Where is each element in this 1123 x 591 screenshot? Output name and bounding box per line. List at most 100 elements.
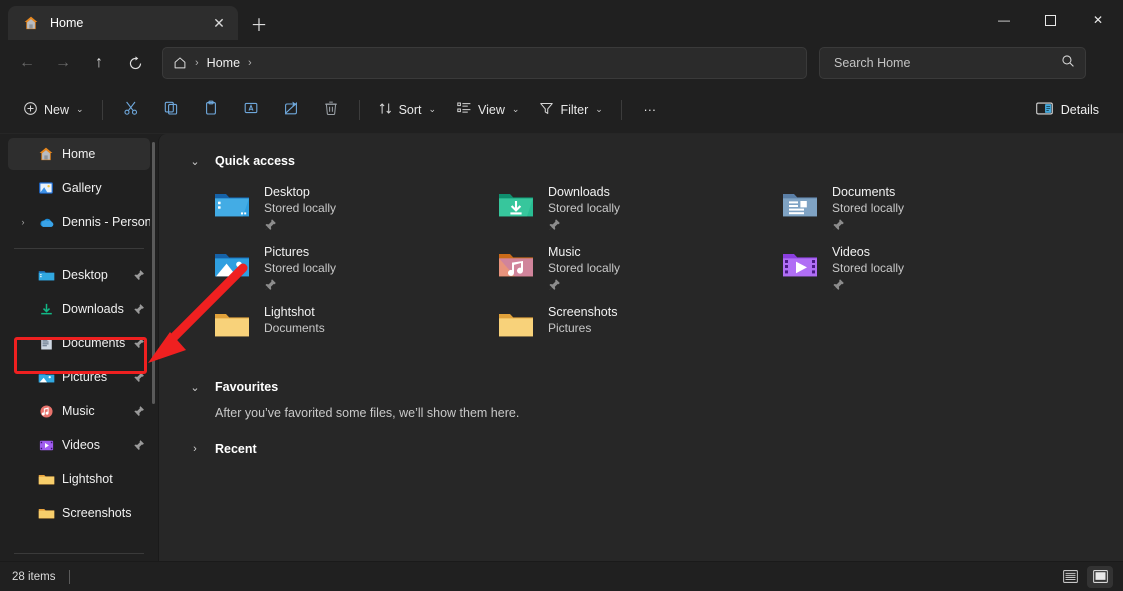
- pin-icon[interactable]: [548, 278, 620, 296]
- status-bar: 28 items: [0, 561, 1123, 591]
- onedrive-icon: [37, 213, 55, 231]
- plus-circle-icon: [23, 101, 38, 119]
- quick-access-item-music[interactable]: Music Stored locally: [496, 240, 780, 300]
- pin-icon[interactable]: [132, 439, 146, 451]
- forward-button[interactable]: →: [46, 47, 80, 79]
- breadcrumb-separator-1: ›: [195, 57, 199, 69]
- delete-button[interactable]: [312, 94, 350, 126]
- sidebar-item-screenshots[interactable]: Screenshots: [8, 497, 150, 529]
- paste-button[interactable]: [192, 94, 230, 126]
- sidebar-item-gallery[interactable]: Gallery: [8, 172, 150, 204]
- sidebar-item-downloads[interactable]: Downloads: [8, 293, 150, 325]
- chevron-down-icon[interactable]: ⌄: [189, 381, 201, 394]
- back-button[interactable]: ←: [10, 47, 44, 79]
- item-name: Videos: [832, 245, 870, 259]
- item-subtitle: Stored locally: [264, 261, 337, 275]
- breadcrumb-current[interactable]: Home: [207, 56, 240, 70]
- pin-icon[interactable]: [264, 218, 336, 236]
- rename-button[interactable]: [232, 94, 270, 126]
- large-icons-view-button[interactable]: [1087, 565, 1113, 588]
- gallery-icon: [37, 179, 55, 197]
- sidebar-item-label: Documents: [62, 336, 125, 350]
- minimize-button[interactable]: —: [981, 0, 1027, 40]
- view-toggle-group: [1057, 565, 1113, 588]
- item-count-label: 28 items: [12, 570, 56, 583]
- pin-icon[interactable]: [832, 218, 904, 236]
- folder-icon: [37, 504, 55, 522]
- trash-icon: [323, 100, 339, 119]
- documents-folder-icon: [37, 334, 55, 352]
- refresh-button[interactable]: [118, 47, 152, 79]
- sidebar-scrollbar[interactable]: [152, 142, 155, 404]
- new-tab-button[interactable]: ＋: [242, 7, 276, 39]
- sidebar-item-videos[interactable]: Videos: [8, 429, 150, 461]
- item-subtitle: Stored locally: [832, 261, 905, 275]
- desktop-folder-icon: [212, 185, 252, 225]
- quick-access-item-desktop[interactable]: Desktop Stored locally: [212, 180, 496, 240]
- more-options-button[interactable]: ···: [631, 94, 669, 126]
- sidebar-item-onedrive[interactable]: › Dennis - Person: [8, 206, 151, 238]
- navigation-pane: Home Gallery › Dennis - Person Desktop D…: [0, 134, 158, 561]
- pin-icon[interactable]: [132, 337, 146, 349]
- sidebar-item-pictures[interactable]: Pictures: [8, 361, 150, 393]
- pin-icon[interactable]: [132, 303, 146, 315]
- chevron-down-icon: ⌄: [511, 104, 520, 114]
- command-bar: New ⌄ Sort ⌄ View ⌄ Filter ⌄ ··· Details: [0, 86, 1123, 134]
- favourites-empty-text: After you’ve favorited some files, we’ll…: [215, 406, 520, 420]
- quick-access-header[interactable]: ⌄ Quick access: [159, 146, 1123, 176]
- breadcrumb-home-icon[interactable]: [173, 56, 187, 70]
- quick-access-item-documents[interactable]: Documents Stored locally: [780, 180, 1064, 240]
- pin-icon[interactable]: [548, 218, 620, 236]
- share-button[interactable]: [272, 94, 310, 126]
- sidebar-item-lightshot[interactable]: Lightshot: [8, 463, 150, 495]
- sidebar-item-home[interactable]: Home: [8, 138, 150, 170]
- documents-folder-icon: [780, 185, 820, 225]
- scissors-icon: [123, 100, 139, 119]
- filter-button[interactable]: Filter ⌄: [530, 94, 611, 126]
- pin-icon[interactable]: [132, 371, 146, 383]
- sidebar-item-documents[interactable]: Documents: [8, 327, 150, 359]
- filter-button-label: Filter: [560, 102, 589, 117]
- home-icon: [22, 14, 40, 32]
- chevron-down-icon[interactable]: ⌄: [189, 155, 201, 168]
- tab-home[interactable]: Home ✕: [8, 6, 238, 40]
- breadcrumb[interactable]: › Home ›: [162, 47, 807, 79]
- pin-icon[interactable]: [132, 405, 146, 417]
- quick-access-item-downloads[interactable]: Downloads Stored locally: [496, 180, 780, 240]
- content-pane: ⌄ Quick access Desktop Stored locally Do…: [158, 134, 1123, 561]
- recent-header[interactable]: › Recent: [159, 434, 1123, 464]
- view-button[interactable]: View ⌄: [447, 94, 528, 126]
- copy-button[interactable]: [152, 94, 190, 126]
- sort-button[interactable]: Sort ⌄: [369, 94, 445, 126]
- maximize-button[interactable]: [1027, 0, 1073, 40]
- chevron-right-icon[interactable]: ›: [16, 217, 30, 227]
- chevron-right-icon[interactable]: ›: [189, 443, 201, 455]
- quick-access-item-pictures[interactable]: Pictures Stored locally: [212, 240, 496, 300]
- quick-access-item-screenshots[interactable]: Screenshots Pictures: [496, 300, 780, 360]
- sidebar-item-music[interactable]: Music: [8, 395, 150, 427]
- search-icon[interactable]: [1061, 54, 1075, 73]
- new-button[interactable]: New ⌄: [14, 94, 93, 126]
- close-tab-button[interactable]: ✕: [206, 10, 232, 36]
- breadcrumb-separator-2[interactable]: ›: [248, 57, 252, 69]
- sidebar-item-label: Gallery: [62, 181, 102, 195]
- favourites-header[interactable]: ⌄ Favourites: [159, 372, 1123, 402]
- pin-icon[interactable]: [264, 278, 336, 296]
- cut-button[interactable]: [112, 94, 150, 126]
- close-window-button[interactable]: ✕: [1073, 0, 1123, 40]
- item-subtitle: Pictures: [548, 321, 592, 335]
- quick-access-item-lightshot[interactable]: Lightshot Documents: [212, 300, 496, 360]
- sidebar-item-label: Desktop: [62, 268, 108, 282]
- downloads-folder-icon: [37, 300, 55, 318]
- quick-access-item-videos[interactable]: Videos Stored locally: [780, 240, 1064, 300]
- item-subtitle: Documents: [264, 321, 325, 335]
- sidebar-item-label: Dennis - Person: [62, 215, 150, 229]
- pin-icon[interactable]: [832, 278, 904, 296]
- details-view-button[interactable]: [1057, 566, 1083, 588]
- search-input[interactable]: Search Home: [819, 47, 1086, 79]
- pin-icon[interactable]: [132, 269, 146, 281]
- sidebar-item-desktop[interactable]: Desktop: [8, 259, 150, 291]
- details-pane-button[interactable]: Details: [1026, 94, 1109, 126]
- item-subtitle: Stored locally: [832, 201, 905, 215]
- up-button[interactable]: ↑: [82, 47, 116, 79]
